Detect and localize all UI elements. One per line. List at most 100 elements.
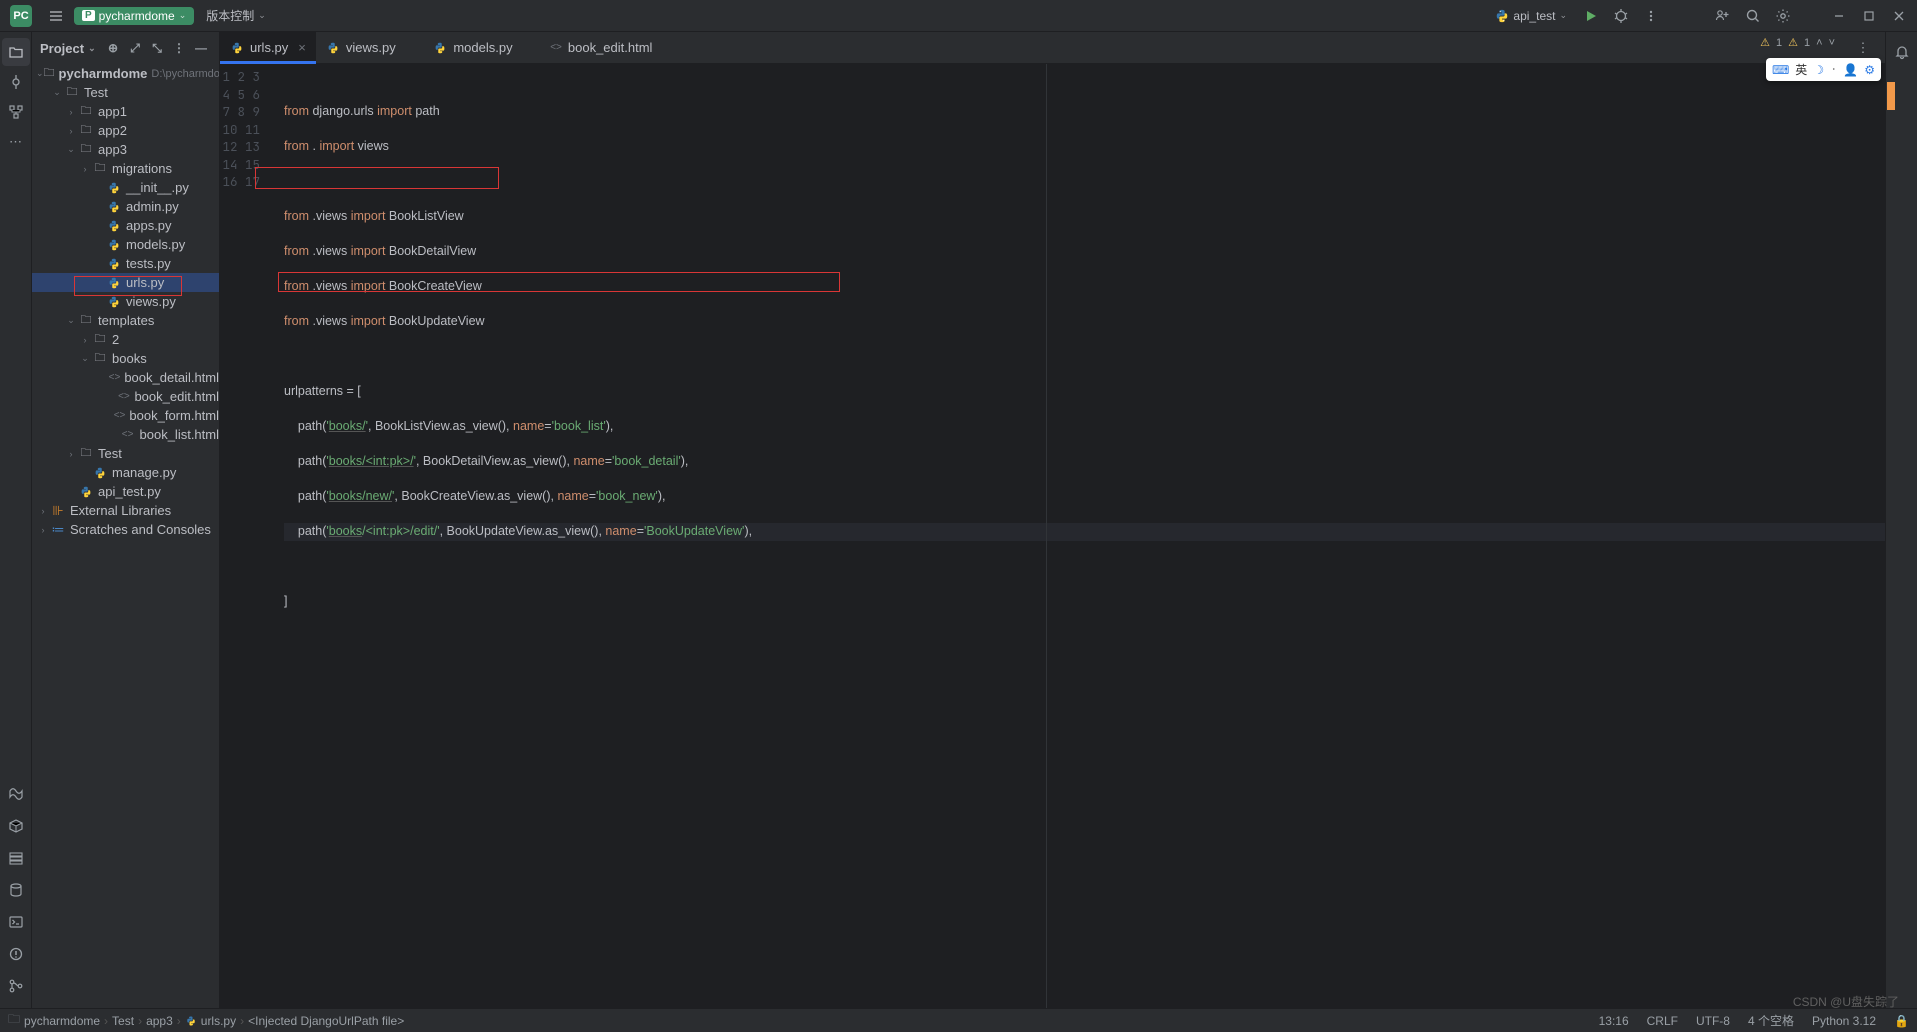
close-tab-icon[interactable]: × bbox=[298, 40, 306, 55]
warning-count: 1 bbox=[1776, 37, 1782, 49]
main-menu-icon[interactable] bbox=[42, 2, 70, 30]
inspection-badges[interactable]: ⚠1 ⚠1 ˄ ˅ bbox=[1760, 36, 1835, 49]
breadcrumb-item[interactable]: <Injected DjangoUrlPath file> bbox=[248, 1014, 404, 1028]
tree-folder-test[interactable]: ⌄🗀Test bbox=[32, 83, 219, 102]
tree-folder-2[interactable]: ›🗀2 bbox=[32, 330, 219, 349]
git-icon[interactable] bbox=[2, 972, 30, 1000]
tree-file-models[interactable]: models.py bbox=[32, 235, 219, 254]
tree-file-manage[interactable]: manage.py bbox=[32, 463, 219, 482]
terminal-icon[interactable] bbox=[2, 908, 30, 936]
tree-file-bookdetail[interactable]: <>book_detail.html bbox=[32, 368, 219, 387]
debug-button[interactable] bbox=[1607, 2, 1635, 30]
next-highlight-icon[interactable]: ˅ bbox=[1829, 37, 1835, 49]
tree-scratches[interactable]: ›≔Scratches and Consoles bbox=[32, 520, 219, 539]
problems-icon[interactable] bbox=[2, 940, 30, 968]
tree-file-views[interactable]: views.py bbox=[32, 292, 219, 311]
tab-bookedit[interactable]: <>book_edit.html× bbox=[540, 32, 680, 64]
run-config-label: api_test bbox=[1513, 9, 1555, 23]
panel-title[interactable]: Project⌄ bbox=[40, 41, 103, 56]
tree-folder-templates[interactable]: ⌄🗀templates bbox=[32, 311, 219, 330]
project-panel: Project⌄ ⊕ ⤢ ⤡ ⋮ — ⌄🗀pycharmdomeD:\pycha… bbox=[32, 32, 220, 1008]
tree-file-booklist[interactable]: <>book_list.html bbox=[32, 425, 219, 444]
tree-file-bookform[interactable]: <>book_form.html bbox=[32, 406, 219, 425]
prev-highlight-icon[interactable]: ˄ bbox=[1816, 37, 1822, 49]
tree-label: manage.py bbox=[112, 465, 176, 480]
status-interpreter[interactable]: Python 3.12 bbox=[1812, 1014, 1876, 1028]
tree-label: app3 bbox=[98, 142, 127, 157]
ime-settings-icon[interactable]: ⚙ bbox=[1864, 63, 1875, 77]
tree-folder-test2[interactable]: ›🗀Test bbox=[32, 444, 219, 463]
tree-label: views.py bbox=[126, 294, 176, 309]
gutter: 1 2 3 4 5 6 7 8 9 10 11 12 13 14 15 16 1… bbox=[220, 64, 276, 1008]
ime-toolbar[interactable]: ⌨ 英 ☽ ᛫ 👤 ⚙ bbox=[1766, 58, 1881, 81]
code-with-me-icon[interactable] bbox=[1709, 2, 1737, 30]
hide-panel-icon[interactable]: — bbox=[191, 38, 211, 58]
tree-folder-books[interactable]: ⌄🗀books bbox=[32, 349, 219, 368]
ime-moon-icon[interactable]: ☽ bbox=[1813, 63, 1824, 77]
tree-folder-app2[interactable]: ›🗀app2 bbox=[32, 121, 219, 140]
python-packages-icon[interactable] bbox=[2, 812, 30, 840]
breadcrumb-item[interactable]: pycharmdome bbox=[24, 1014, 100, 1028]
database-icon[interactable] bbox=[2, 876, 30, 904]
code-area[interactable]: from django.urls import path from . impo… bbox=[276, 64, 1885, 1008]
more-tools-icon[interactable]: ⋯ bbox=[2, 128, 30, 156]
weak-warning-icon: ⚠ bbox=[1788, 36, 1798, 49]
tree-root[interactable]: ⌄🗀pycharmdomeD:\pycharmdom bbox=[32, 64, 219, 83]
ime-opt1-icon[interactable]: ᛫ bbox=[1830, 63, 1837, 77]
tree-file-admin[interactable]: admin.py bbox=[32, 197, 219, 216]
maximize-icon[interactable] bbox=[1855, 2, 1883, 30]
commit-tool-icon[interactable] bbox=[2, 68, 30, 96]
tree-label: urls.py bbox=[126, 275, 164, 290]
tree-file-apitest[interactable]: api_test.py bbox=[32, 482, 219, 501]
project-tool-icon[interactable] bbox=[2, 38, 30, 66]
tree-folder-migrations[interactable]: ›🗀migrations bbox=[32, 159, 219, 178]
watermark: CSDN @U盘失踪了 bbox=[1793, 993, 1899, 1010]
tree-folder-app1[interactable]: ›🗀app1 bbox=[32, 102, 219, 121]
tab-label: book_edit.html bbox=[568, 40, 653, 55]
status-indent[interactable]: 4 个空格 bbox=[1748, 1012, 1794, 1029]
tree-file-urls[interactable]: urls.py bbox=[32, 273, 219, 292]
structure-tool-icon[interactable] bbox=[2, 98, 30, 126]
select-opened-icon[interactable]: ⊕ bbox=[103, 38, 123, 58]
run-config-selector[interactable]: api_test⌄ bbox=[1487, 7, 1575, 25]
collapse-all-icon[interactable]: ⤡ bbox=[147, 38, 167, 58]
tree-file-apps[interactable]: apps.py bbox=[32, 216, 219, 235]
tree-label: migrations bbox=[112, 161, 172, 176]
lock-icon[interactable]: 🔒 bbox=[1894, 1014, 1909, 1028]
status-encoding[interactable]: UTF-8 bbox=[1696, 1014, 1730, 1028]
minimize-icon[interactable] bbox=[1825, 2, 1853, 30]
tree-file-bookedit[interactable]: <>book_edit.html bbox=[32, 387, 219, 406]
tree-external-libs[interactable]: ›⊪External Libraries bbox=[32, 501, 219, 520]
breadcrumbs[interactable]: 🗀 pycharmdome› Test› app3› urls.py› <Inj… bbox=[8, 1010, 1599, 1031]
project-dropdown[interactable]: Ppycharmdome⌄ bbox=[74, 7, 194, 25]
breadcrumb-item[interactable]: Test bbox=[112, 1014, 134, 1028]
search-icon[interactable] bbox=[1739, 2, 1767, 30]
ime-switch-icon[interactable]: ⌨ bbox=[1772, 63, 1789, 77]
status-eol[interactable]: CRLF bbox=[1647, 1014, 1678, 1028]
tab-label: models.py bbox=[453, 40, 512, 55]
tab-models[interactable]: models.py× bbox=[423, 32, 540, 64]
notifications-icon[interactable] bbox=[1888, 38, 1916, 66]
breadcrumb-item[interactable]: app3 bbox=[146, 1014, 173, 1028]
vcs-dropdown[interactable]: 版本控制⌄ bbox=[206, 7, 266, 24]
project-tree[interactable]: ⌄🗀pycharmdomeD:\pycharmdom ⌄🗀Test ›🗀app1… bbox=[32, 64, 219, 1008]
panel-more-icon[interactable]: ⋮ bbox=[169, 38, 189, 58]
tab-views[interactable]: views.py× bbox=[316, 32, 423, 64]
ime-handle[interactable] bbox=[1887, 82, 1895, 110]
tree-file-tests[interactable]: tests.py bbox=[32, 254, 219, 273]
editor-body[interactable]: 1 2 3 4 5 6 7 8 9 10 11 12 13 14 15 16 1… bbox=[220, 64, 1885, 1008]
expand-all-icon[interactable]: ⤢ bbox=[125, 38, 145, 58]
more-actions-icon[interactable] bbox=[1637, 2, 1665, 30]
tree-folder-app3[interactable]: ⌄🗀app3 bbox=[32, 140, 219, 159]
close-window-icon[interactable] bbox=[1885, 2, 1913, 30]
services-icon[interactable] bbox=[2, 844, 30, 872]
breadcrumb-item[interactable]: urls.py bbox=[201, 1014, 236, 1028]
tree-file-init[interactable]: __init__.py bbox=[32, 178, 219, 197]
tab-urls[interactable]: urls.py × bbox=[220, 32, 316, 64]
tab-label: urls.py bbox=[250, 40, 288, 55]
tree-label: api_test.py bbox=[98, 484, 161, 499]
ime-opt2-icon[interactable]: 👤 bbox=[1843, 63, 1858, 77]
run-button[interactable] bbox=[1577, 2, 1605, 30]
python-console-icon[interactable] bbox=[2, 780, 30, 808]
settings-icon[interactable] bbox=[1769, 2, 1797, 30]
